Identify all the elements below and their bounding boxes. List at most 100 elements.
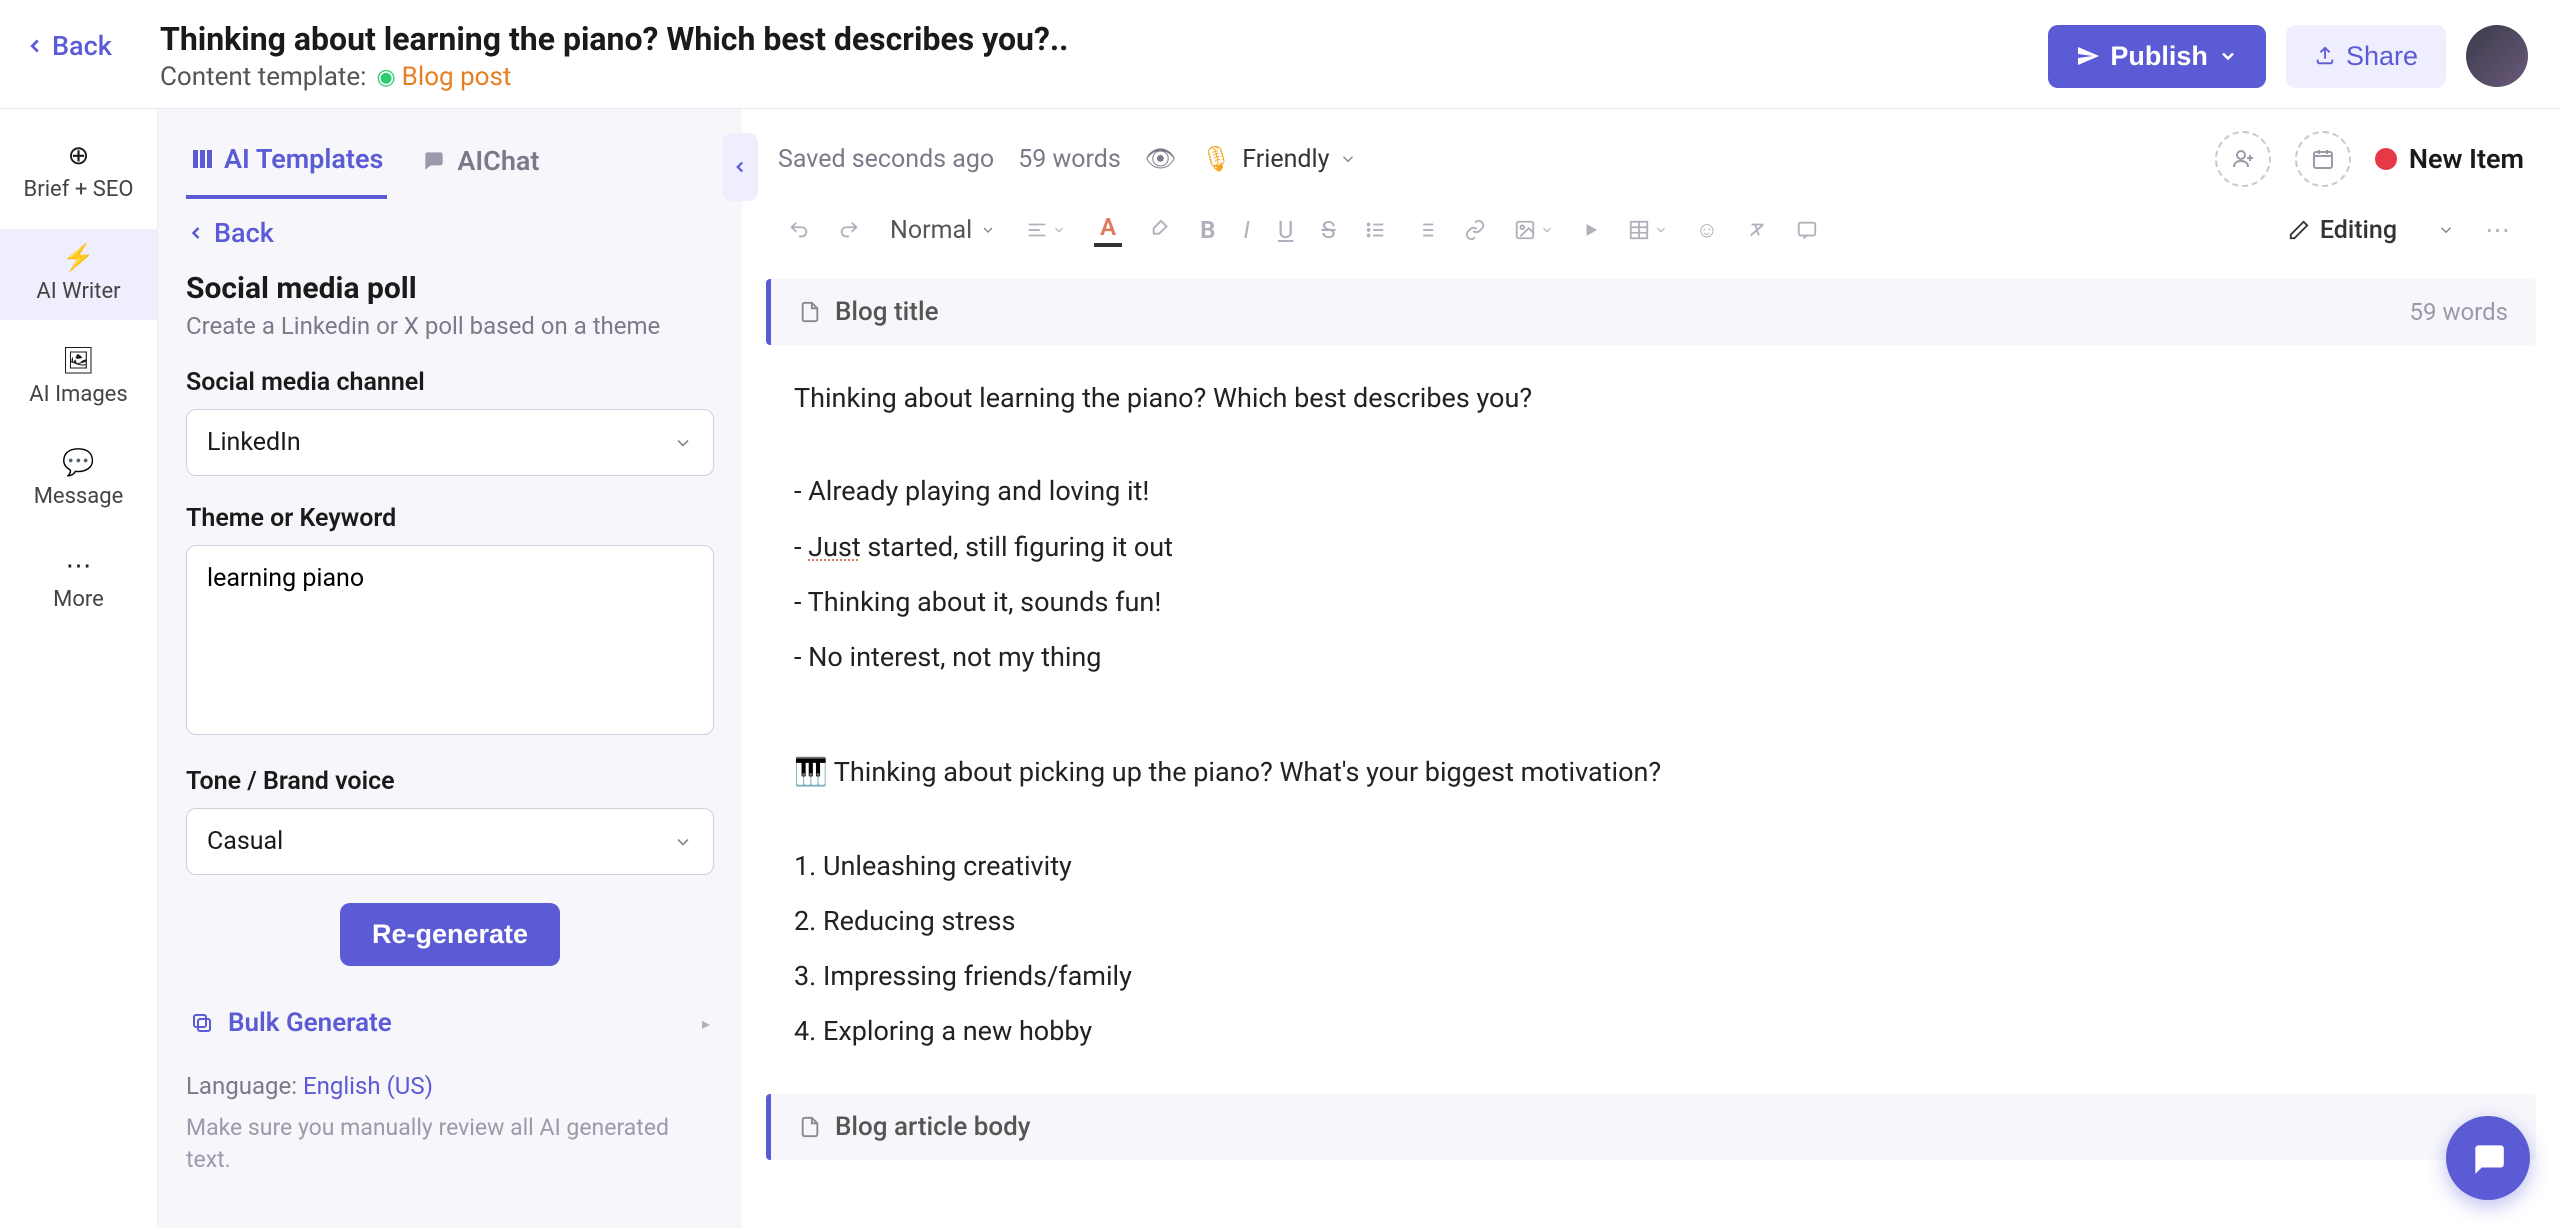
language-label: Language:: [186, 1072, 303, 1100]
tone-select[interactable]: Casual: [186, 808, 714, 875]
topbar: Back Thinking about learning the piano? …: [0, 0, 2560, 108]
bold-button[interactable]: B: [1190, 208, 1225, 252]
table-button[interactable]: [1618, 211, 1678, 249]
play-icon: ▸: [702, 1014, 710, 1033]
add-date-button[interactable]: [2295, 131, 2351, 187]
clear-format-icon: [1746, 219, 1768, 241]
avatar[interactable]: [2466, 25, 2528, 87]
tone-value: Friendly: [1242, 145, 1329, 174]
pencil-icon: [2288, 219, 2310, 241]
regenerate-button[interactable]: Re-generate: [340, 903, 560, 966]
highlight-button[interactable]: [1140, 211, 1182, 249]
chevron-down-icon: [1052, 223, 1066, 237]
disclaimer: Make sure you manually review all AI gen…: [186, 1112, 714, 1176]
numbered-list-button[interactable]: [1404, 211, 1446, 249]
panel-title: Social media poll: [186, 271, 714, 306]
poll-option: 3. Impressing friends/family: [794, 953, 2508, 1000]
chevron-down-icon: [673, 832, 693, 852]
chevron-down-icon: [2437, 221, 2455, 239]
copy-icon: [190, 1011, 214, 1035]
rail-ai-images[interactable]: 🖼 AI Images: [0, 332, 157, 422]
channel-select[interactable]: LinkedIn: [186, 409, 714, 476]
tone-label: Tone / Brand voice: [186, 767, 714, 796]
style-select[interactable]: Normal: [878, 208, 1008, 253]
channel-value: LinkedIn: [207, 428, 301, 457]
undo-icon: [788, 219, 810, 241]
rail-message[interactable]: 💬 Message: [0, 434, 157, 524]
bulk-generate-button[interactable]: Bulk Generate ▸: [186, 998, 714, 1048]
clear-format-button[interactable]: [1736, 211, 1778, 249]
new-item-button[interactable]: New Item: [2375, 143, 2524, 175]
publish-button[interactable]: Publish: [2048, 25, 2266, 88]
add-assignee-button[interactable]: [2215, 131, 2271, 187]
tone-selector[interactable]: 🎙 Friendly: [1201, 145, 1358, 174]
chevron-down-icon: [980, 222, 996, 238]
chevron-down-icon: [2218, 46, 2238, 66]
video-button[interactable]: [1572, 213, 1610, 247]
tab-ai-templates[interactable]: AI Templates: [186, 133, 387, 199]
person-plus-icon: [2231, 147, 2255, 171]
emoji-button[interactable]: ☺: [1686, 209, 1728, 251]
blog-icon: ◉: [376, 65, 395, 90]
rail-more[interactable]: ⋯ More: [0, 537, 157, 627]
image-button[interactable]: [1504, 211, 1564, 249]
bullet-list-icon: [1364, 219, 1386, 241]
calendar-icon: [2311, 147, 2335, 171]
poll-option: - Thinking about it, sounds fun!: [794, 579, 2508, 626]
poll-question-1: Thinking about learning the piano? Which…: [794, 375, 2508, 422]
rail-brief-seo[interactable]: ⊕ Brief + SEO: [0, 127, 157, 217]
editor-statusbar: Saved seconds ago 59 words 👁 🎙 Friendly: [766, 109, 2536, 191]
more-icon[interactable]: ⋯: [2485, 215, 2510, 245]
saved-status: Saved seconds ago: [778, 145, 994, 174]
panel-tabs: AI Templates AIChat: [186, 109, 714, 199]
numbered-list-icon: [1414, 219, 1436, 241]
editor-content[interactable]: Thinking about learning the piano? Which…: [766, 355, 2536, 1084]
comment-icon: [1796, 219, 1818, 241]
rail-ai-writer[interactable]: ⚡ AI Writer: [0, 229, 157, 319]
eye-icon[interactable]: 👁: [1145, 145, 1177, 174]
upload-icon: [2314, 45, 2336, 67]
chevron-down-icon: [673, 433, 693, 453]
italic-button[interactable]: I: [1234, 208, 1260, 252]
header-back-label: Back: [52, 30, 112, 62]
collapse-panel-button[interactable]: [722, 133, 758, 201]
panel-back-label: Back: [214, 217, 274, 249]
section-title-1: Blog title: [835, 297, 939, 327]
rail-label-more: More: [53, 587, 104, 613]
chevron-left-icon: [24, 35, 46, 57]
header-back-button[interactable]: Back: [24, 30, 112, 62]
theme-label: Theme or Keyword: [186, 504, 714, 533]
align-button[interactable]: [1016, 211, 1076, 249]
language-link[interactable]: English (US): [303, 1072, 433, 1100]
underline-button[interactable]: U: [1268, 208, 1304, 252]
panel-back-button[interactable]: Back: [186, 217, 714, 249]
template-row: Content template: ◉ Blog post: [160, 62, 1068, 92]
theme-input[interactable]: [186, 545, 714, 735]
text-color-button[interactable]: A: [1084, 205, 1132, 255]
intercom-button[interactable]: [2446, 1116, 2530, 1200]
tab-aichat[interactable]: AIChat: [417, 133, 543, 199]
undo-button[interactable]: [778, 211, 820, 249]
doc-icon: [799, 1116, 821, 1138]
editor-toolbar: Normal A B I U S ☺ Editing ⋯: [766, 191, 2536, 269]
section-blog-title[interactable]: Blog title 59 words: [766, 279, 2536, 345]
editing-mode-button[interactable]: Editing ⋯: [2274, 205, 2524, 255]
chat-bubble-icon: [2469, 1139, 2507, 1177]
section-blog-body[interactable]: Blog article body 0 w: [766, 1094, 2536, 1160]
word-count: 59 words: [1018, 145, 1121, 174]
left-rail: ⊕ Brief + SEO ⚡ AI Writer 🖼 AI Images 💬 …: [0, 109, 158, 1228]
new-item-label: New Item: [2409, 143, 2524, 175]
table-icon: [1628, 219, 1650, 241]
bullet-list-button[interactable]: [1354, 211, 1396, 249]
template-link[interactable]: ◉ Blog post: [376, 62, 511, 92]
redo-button[interactable]: [828, 211, 870, 249]
tab-chat-label: AIChat: [457, 145, 539, 177]
editor: Saved seconds ago 59 words 👁 🎙 Friendly: [742, 109, 2560, 1228]
comment-button[interactable]: [1786, 211, 1828, 249]
topbar-left: Back Thinking about learning the piano? …: [24, 20, 1068, 92]
mic-icon: 🎙: [1201, 145, 1233, 174]
link-button[interactable]: [1454, 211, 1496, 249]
share-button[interactable]: Share: [2286, 25, 2446, 88]
bulk-label: Bulk Generate: [228, 1008, 392, 1038]
strike-button[interactable]: S: [1311, 208, 1345, 252]
